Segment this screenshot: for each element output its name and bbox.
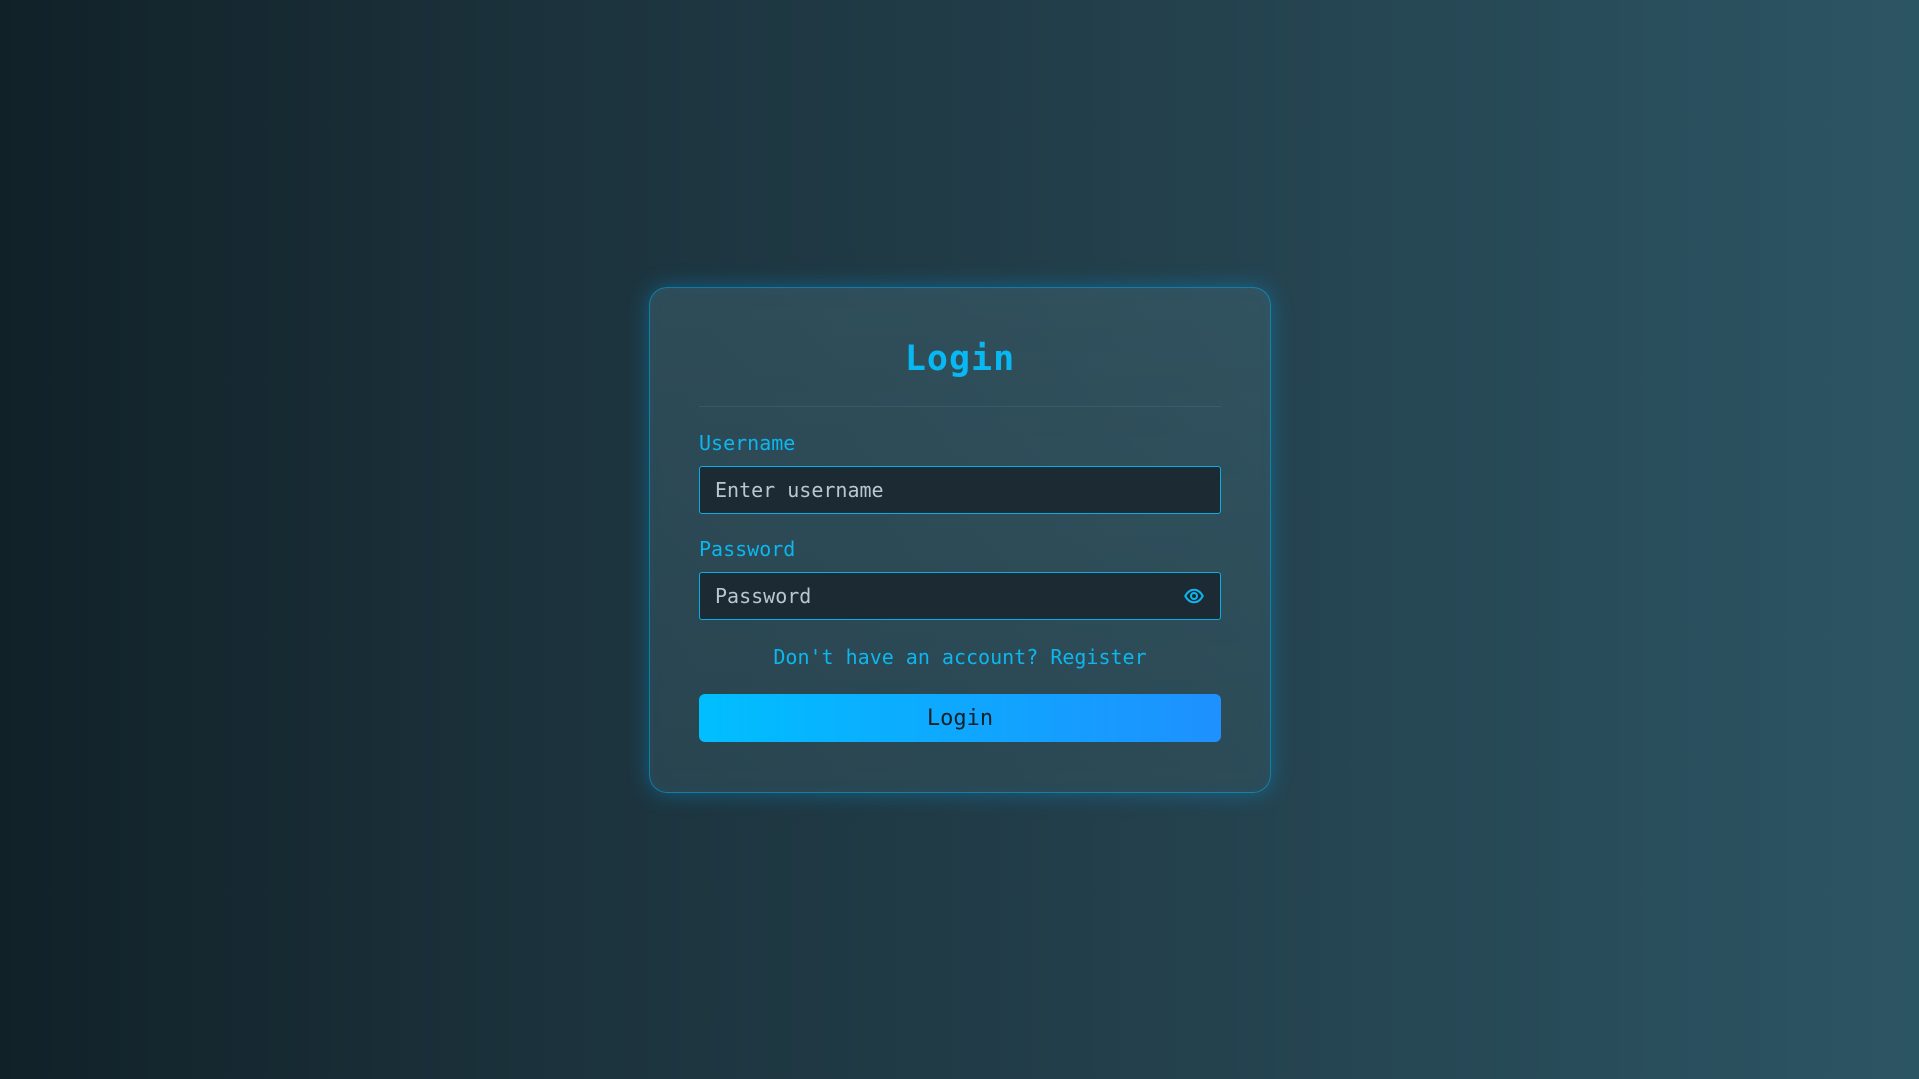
- register-prompt-row: Don't have an account? Register: [699, 644, 1221, 670]
- password-input[interactable]: [699, 572, 1221, 620]
- register-link[interactable]: Register: [1050, 645, 1146, 669]
- username-label: Username: [699, 431, 796, 455]
- title-divider: [699, 406, 1221, 407]
- login-button[interactable]: Login: [699, 694, 1221, 742]
- password-label: Password: [699, 537, 796, 561]
- eye-icon[interactable]: [1183, 586, 1205, 606]
- username-field-wrapper: [699, 466, 1221, 514]
- login-title: Login: [904, 339, 1016, 379]
- register-prompt-text: Don't have an account?: [773, 645, 1039, 669]
- username-input[interactable]: [699, 466, 1221, 514]
- login-card: Login Username Password Don't have an ac…: [649, 287, 1271, 793]
- password-field-wrapper: [699, 572, 1221, 620]
